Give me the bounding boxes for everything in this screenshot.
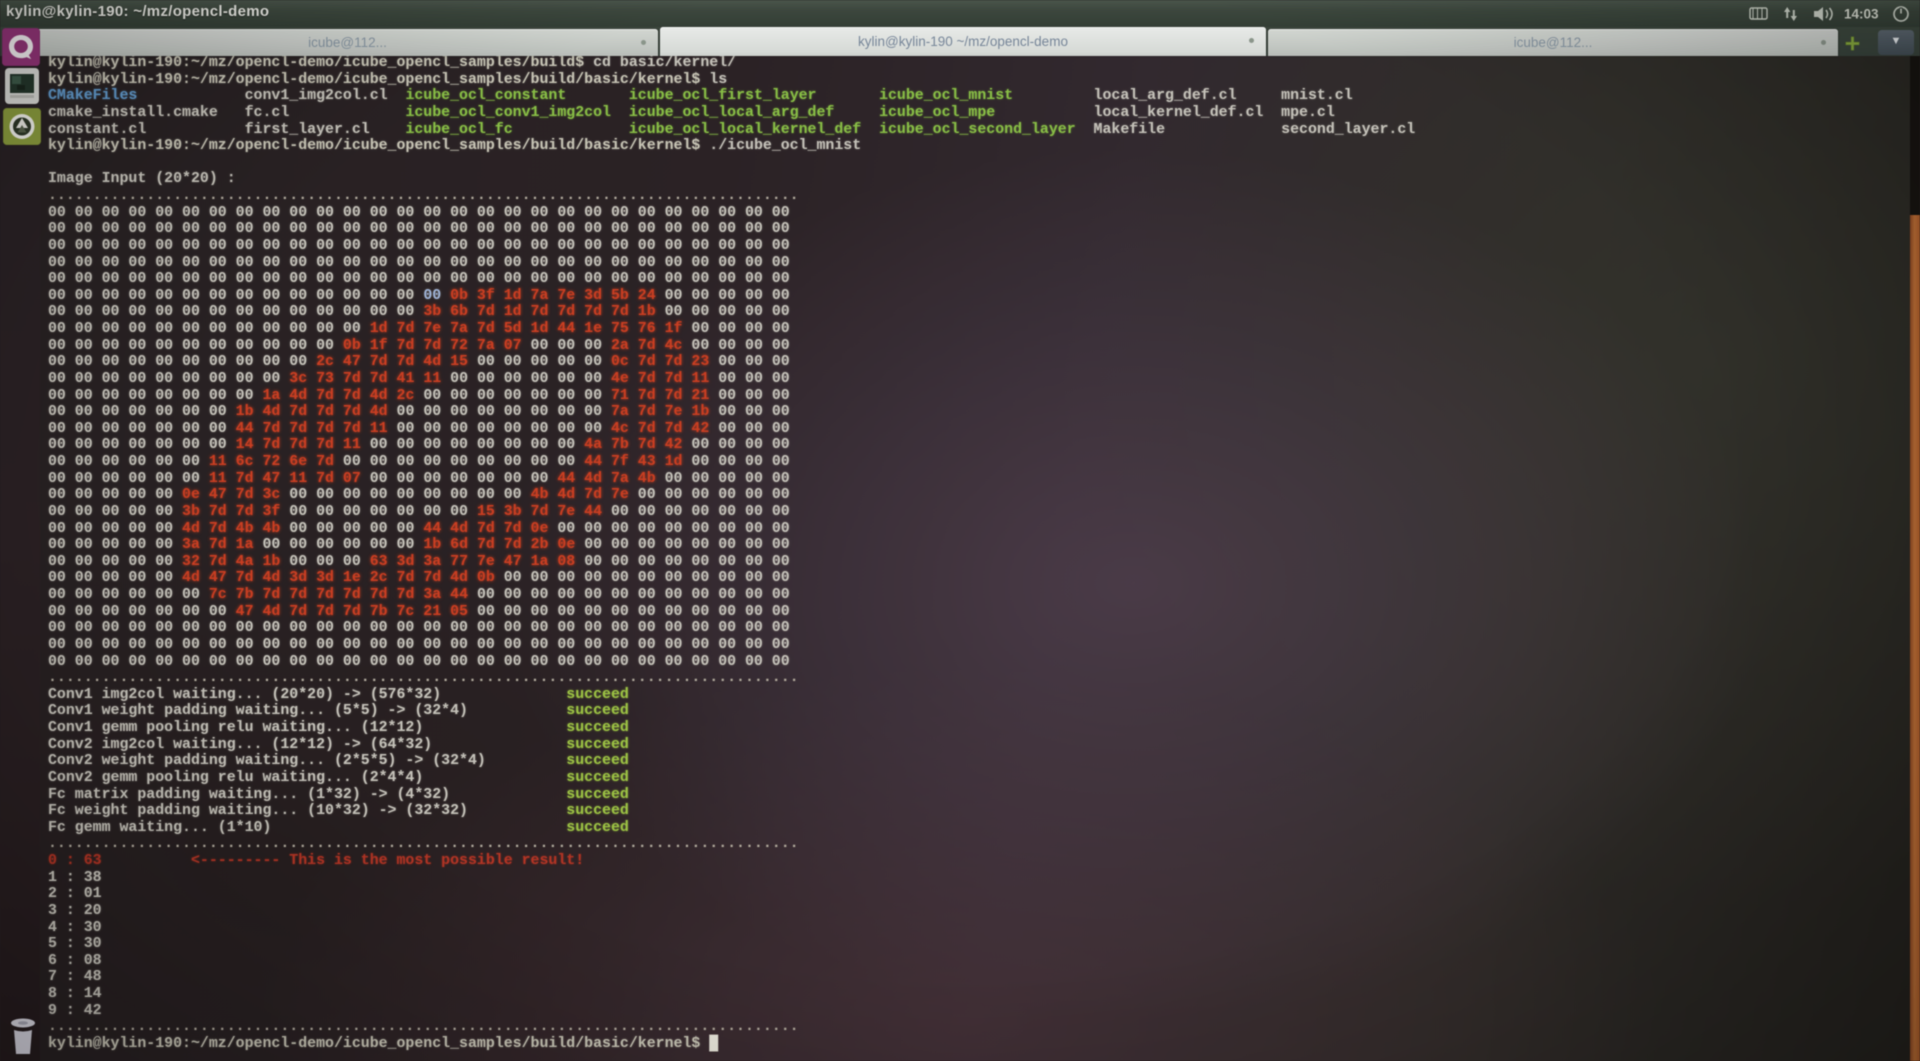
svg-text:14:03: 14:03 <box>1844 7 1879 22</box>
